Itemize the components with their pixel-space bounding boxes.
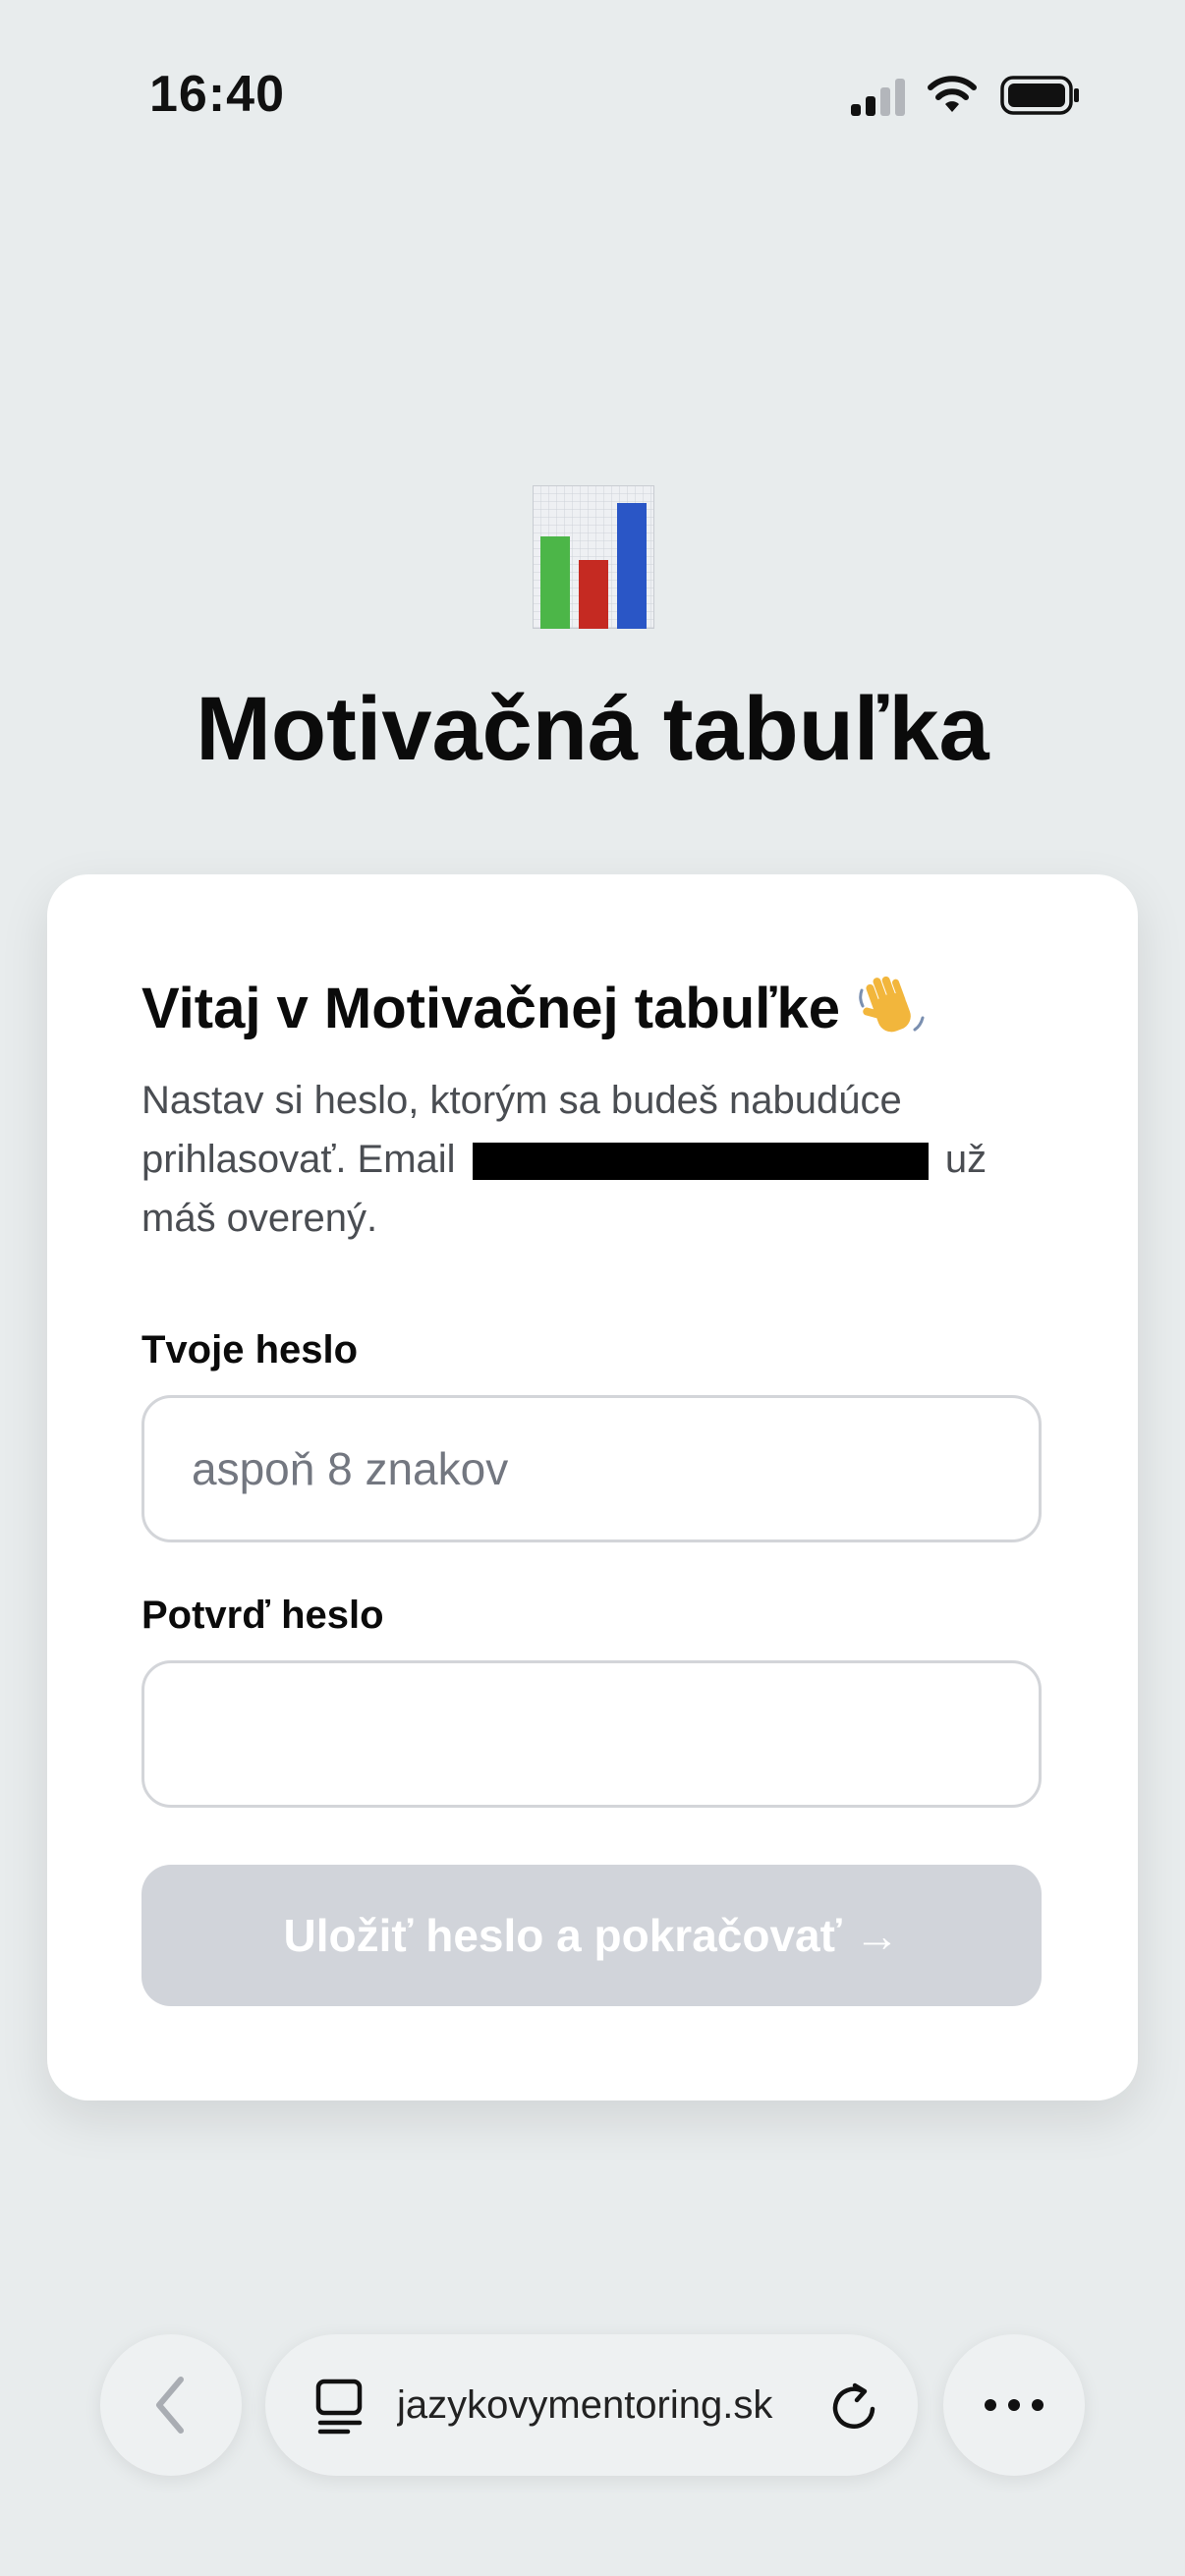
url-text: jazykovymentoring.sk <box>397 2383 773 2427</box>
tabs-icon[interactable] <box>312 2378 367 2435</box>
card-title-text: Vitaj v Motivačnej tabuľke <box>141 976 841 1040</box>
app-title: Motivačná tabuľka <box>196 679 989 779</box>
chevron-left-icon <box>156 2377 184 2434</box>
reload-icon[interactable] <box>827 2380 882 2435</box>
address-bar[interactable]: jazykovymentoring.sk <box>265 2334 918 2476</box>
card-title: Vitaj v Motivačnej tabuľke <box>141 973 927 1043</box>
password-label: Tvoje heslo <box>141 1328 359 1372</box>
cellular-signal-icon <box>851 79 905 116</box>
back-button[interactable] <box>100 2334 242 2476</box>
status-time: 16:40 <box>149 66 285 123</box>
waving-hand-icon <box>859 976 925 1033</box>
status-bar: 16:40 <box>0 0 1185 196</box>
card-description: Nastav si heslo, ktorým sa budeš nabudúc… <box>141 1071 1055 1248</box>
confirm-password-input[interactable] <box>141 1660 1042 1808</box>
more-button[interactable] <box>943 2334 1085 2476</box>
set-password-card: Vitaj v Motivačnej tabuľke Nastav si hes… <box>47 874 1138 2100</box>
screen: 16:40 Motivačná tabuľka Vitaj v Motivačn… <box>0 0 1185 2576</box>
more-icon <box>985 2399 1044 2411</box>
battery-icon <box>1000 76 1079 115</box>
wifi-icon <box>928 76 977 112</box>
password-input[interactable] <box>141 1395 1042 1542</box>
save-password-button[interactable]: Uložiť heslo a pokračovať → <box>141 1865 1042 2006</box>
bar-chart-icon <box>533 485 654 629</box>
confirm-password-label: Potvrď heslo <box>141 1594 384 1637</box>
redacted-email <box>472 1143 929 1181</box>
